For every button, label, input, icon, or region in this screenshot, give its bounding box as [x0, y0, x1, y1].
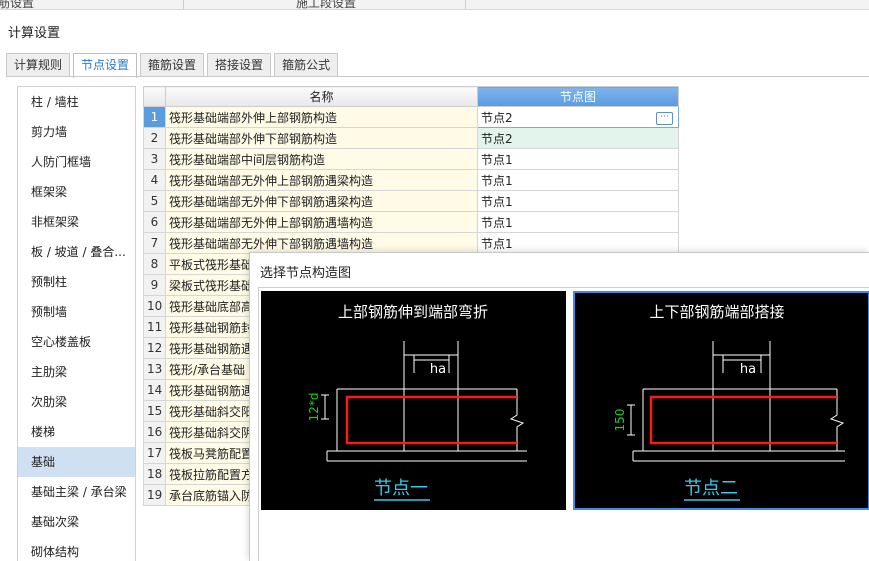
row-number: 11 — [143, 316, 166, 338]
row-name[interactable]: 筏形基础端部中间层钢筋构造 — [165, 148, 478, 170]
row-number-header — [143, 86, 166, 107]
row-number: 19 — [143, 484, 166, 506]
tab-lap-settings[interactable]: 搭接设置 — [207, 53, 272, 77]
table-row[interactable]: 6 筏形基础端部无外伸上部钢筋遇墙构造 节点1 — [143, 211, 679, 233]
row-number: 15 — [143, 400, 166, 422]
row-number: 9 — [143, 274, 166, 296]
page-title: 计算设置 — [8, 26, 61, 41]
row-name[interactable]: 筏形基础端部外伸上部钢筋构造 — [165, 106, 478, 128]
name-column-header[interactable]: 名称 — [165, 86, 478, 107]
sidebar-item-frame-beam[interactable]: 框架梁 — [18, 177, 135, 207]
table-row[interactable]: 7 筏形基础端部无外伸下部钢筋遇墙构造 节点1 — [143, 232, 679, 254]
select-node-dialog: 选择节点构造图 上部钢筋伸到端部弯折 ha 12*d 节点一 上下部钢筋端部搭接… — [249, 252, 869, 561]
node-1-dim-label: ha — [430, 362, 446, 377]
row-name[interactable]: 筏形基础端部外伸下部钢筋构造 — [165, 127, 478, 149]
node-1-diagram: 上部钢筋伸到端部弯折 ha 12*d 节点一 — [307, 303, 527, 501]
sidebar-item-stairs[interactable]: 楼梯 — [18, 417, 135, 447]
row-number: 16 — [143, 421, 166, 443]
node-1-side-label: 12*d — [307, 393, 321, 422]
sidebar-item-non-frame-beam[interactable]: 非框架梁 — [18, 207, 135, 237]
node-option-2[interactable]: 上下部钢筋端部搭接 ha 150 节点二 — [573, 291, 869, 510]
top-strip-divider — [183, 0, 184, 9]
row-name[interactable]: 筏形基础端部无外伸上部钢筋遇墙构造 — [165, 211, 478, 233]
sidebar-item-civil-defense-door-frame-wall[interactable]: 人防门框墙 — [18, 147, 135, 177]
row-number: 13 — [143, 358, 166, 380]
row-number: 7 — [143, 232, 166, 254]
row-number: 3 — [143, 148, 166, 170]
top-strip-right-text[interactable]: 施工段设置 — [296, 0, 356, 9]
node-1-heading: 上部钢筋伸到端部弯折 — [338, 303, 488, 321]
row-number: 14 — [143, 379, 166, 401]
node-image-column-header[interactable]: 节点图 — [477, 86, 679, 107]
table-row[interactable]: 4 筏形基础端部无外伸上部钢筋遇梁构造 节点1 — [143, 169, 679, 191]
node-2-dim-label: ha — [740, 362, 756, 377]
sidebar-item-column-wall-column[interactable]: 柱 / 墙柱 — [18, 87, 135, 117]
settings-tabs: 计算规则 节点设置 箍筋设置 搭接设置 箍筋公式 — [6, 53, 341, 78]
ellipsis-button[interactable]: ··· — [656, 111, 673, 125]
table-row[interactable]: 2 筏形基础端部外伸下部钢筋构造 节点2 — [143, 127, 679, 149]
row-node-value[interactable]: 节点2 ··· — [477, 106, 679, 128]
row-node-value[interactable]: 节点1 — [477, 148, 679, 170]
row-name[interactable]: 筏形基础端部无外伸下部钢筋遇墙构造 — [165, 232, 478, 254]
tab-calc-rules[interactable]: 计算规则 — [6, 53, 71, 77]
tab-stirrup-settings[interactable]: 箍筋设置 — [140, 53, 205, 77]
row-number: 17 — [143, 442, 166, 464]
top-strip-divider — [465, 0, 466, 9]
row-name[interactable]: 筏形基础端部无外伸下部钢筋遇梁构造 — [165, 190, 478, 212]
row-node-value[interactable]: 节点1 — [477, 211, 679, 233]
row-node-value[interactable]: 节点1 — [477, 190, 679, 212]
row-number: 6 — [143, 211, 166, 233]
top-tab-strip: 筋设置 施工段设置 — [0, 0, 869, 10]
table-header-row: 名称 节点图 — [143, 86, 679, 107]
row-node-value-text: 节点2 — [481, 110, 513, 125]
tab-node-settings[interactable]: 节点设置 — [73, 53, 138, 78]
node-2-diagram: 上下部钢筋端部搭接 ha 150 节点二 — [613, 303, 845, 501]
row-name[interactable]: 筏形基础端部无外伸上部钢筋遇梁构造 — [165, 169, 478, 191]
row-node-value[interactable]: 节点1 — [477, 232, 679, 254]
row-node-value[interactable]: 节点1 — [477, 169, 679, 191]
sidebar-item-secondary-rib-beam[interactable]: 次肋梁 — [18, 387, 135, 417]
sidebar-item-hollow-floor-slab[interactable]: 空心楼盖板 — [18, 327, 135, 357]
sidebar-item-precast-wall[interactable]: 预制墙 — [18, 297, 135, 327]
row-number: 8 — [143, 253, 166, 275]
row-number: 12 — [143, 337, 166, 359]
row-number: 2 — [143, 127, 166, 149]
table-row[interactable]: 3 筏形基础端部中间层钢筋构造 节点1 — [143, 148, 679, 170]
row-number: 5 — [143, 190, 166, 212]
sidebar-item-shear-wall[interactable]: 剪力墙 — [18, 117, 135, 147]
node-2-caption: 节点二 — [684, 478, 738, 499]
sidebar-item-foundation[interactable]: 基础 — [18, 447, 135, 477]
row-number: 1 — [143, 106, 166, 128]
sidebar-item-foundation-main-beam[interactable]: 基础主梁 / 承台梁 — [18, 477, 135, 507]
row-number: 4 — [143, 169, 166, 191]
row-node-value[interactable]: 节点2 — [477, 127, 679, 149]
tab-stirrup-formula[interactable]: 箍筋公式 — [274, 53, 339, 77]
node-1-caption: 节点一 — [374, 478, 428, 499]
tab-baseline — [6, 76, 869, 77]
sidebar-item-foundation-secondary-beam[interactable]: 基础次梁 — [18, 507, 135, 537]
dialog-title: 选择节点构造图 — [260, 266, 352, 281]
sidebar-item-slab-ramp[interactable]: 板 / 坡道 / 叠合... — [18, 237, 135, 267]
sidebar-item-main-rib-beam[interactable]: 主肋梁 — [18, 357, 135, 387]
table-row[interactable]: 1 筏形基础端部外伸上部钢筋构造 节点2 ··· — [143, 106, 679, 128]
top-strip-left-text[interactable]: 筋设置 — [0, 0, 34, 9]
node-2-heading: 上下部钢筋端部搭接 — [649, 303, 784, 321]
sidebar-item-masonry-structure[interactable]: 砌体结构 — [18, 537, 135, 561]
node-2-side-label: 150 — [613, 409, 627, 432]
row-number: 10 — [143, 295, 166, 317]
sidebar-item-precast-column[interactable]: 预制柱 — [18, 267, 135, 297]
table-row[interactable]: 5 筏形基础端部无外伸下部钢筋遇梁构造 节点1 — [143, 190, 679, 212]
node-option-1[interactable]: 上部钢筋伸到端部弯折 ha 12*d 节点一 — [261, 291, 566, 510]
row-number: 18 — [143, 463, 166, 485]
component-sidebar: 柱 / 墙柱 剪力墙 人防门框墙 框架梁 非框架梁 板 / 坡道 / 叠合...… — [17, 86, 136, 561]
